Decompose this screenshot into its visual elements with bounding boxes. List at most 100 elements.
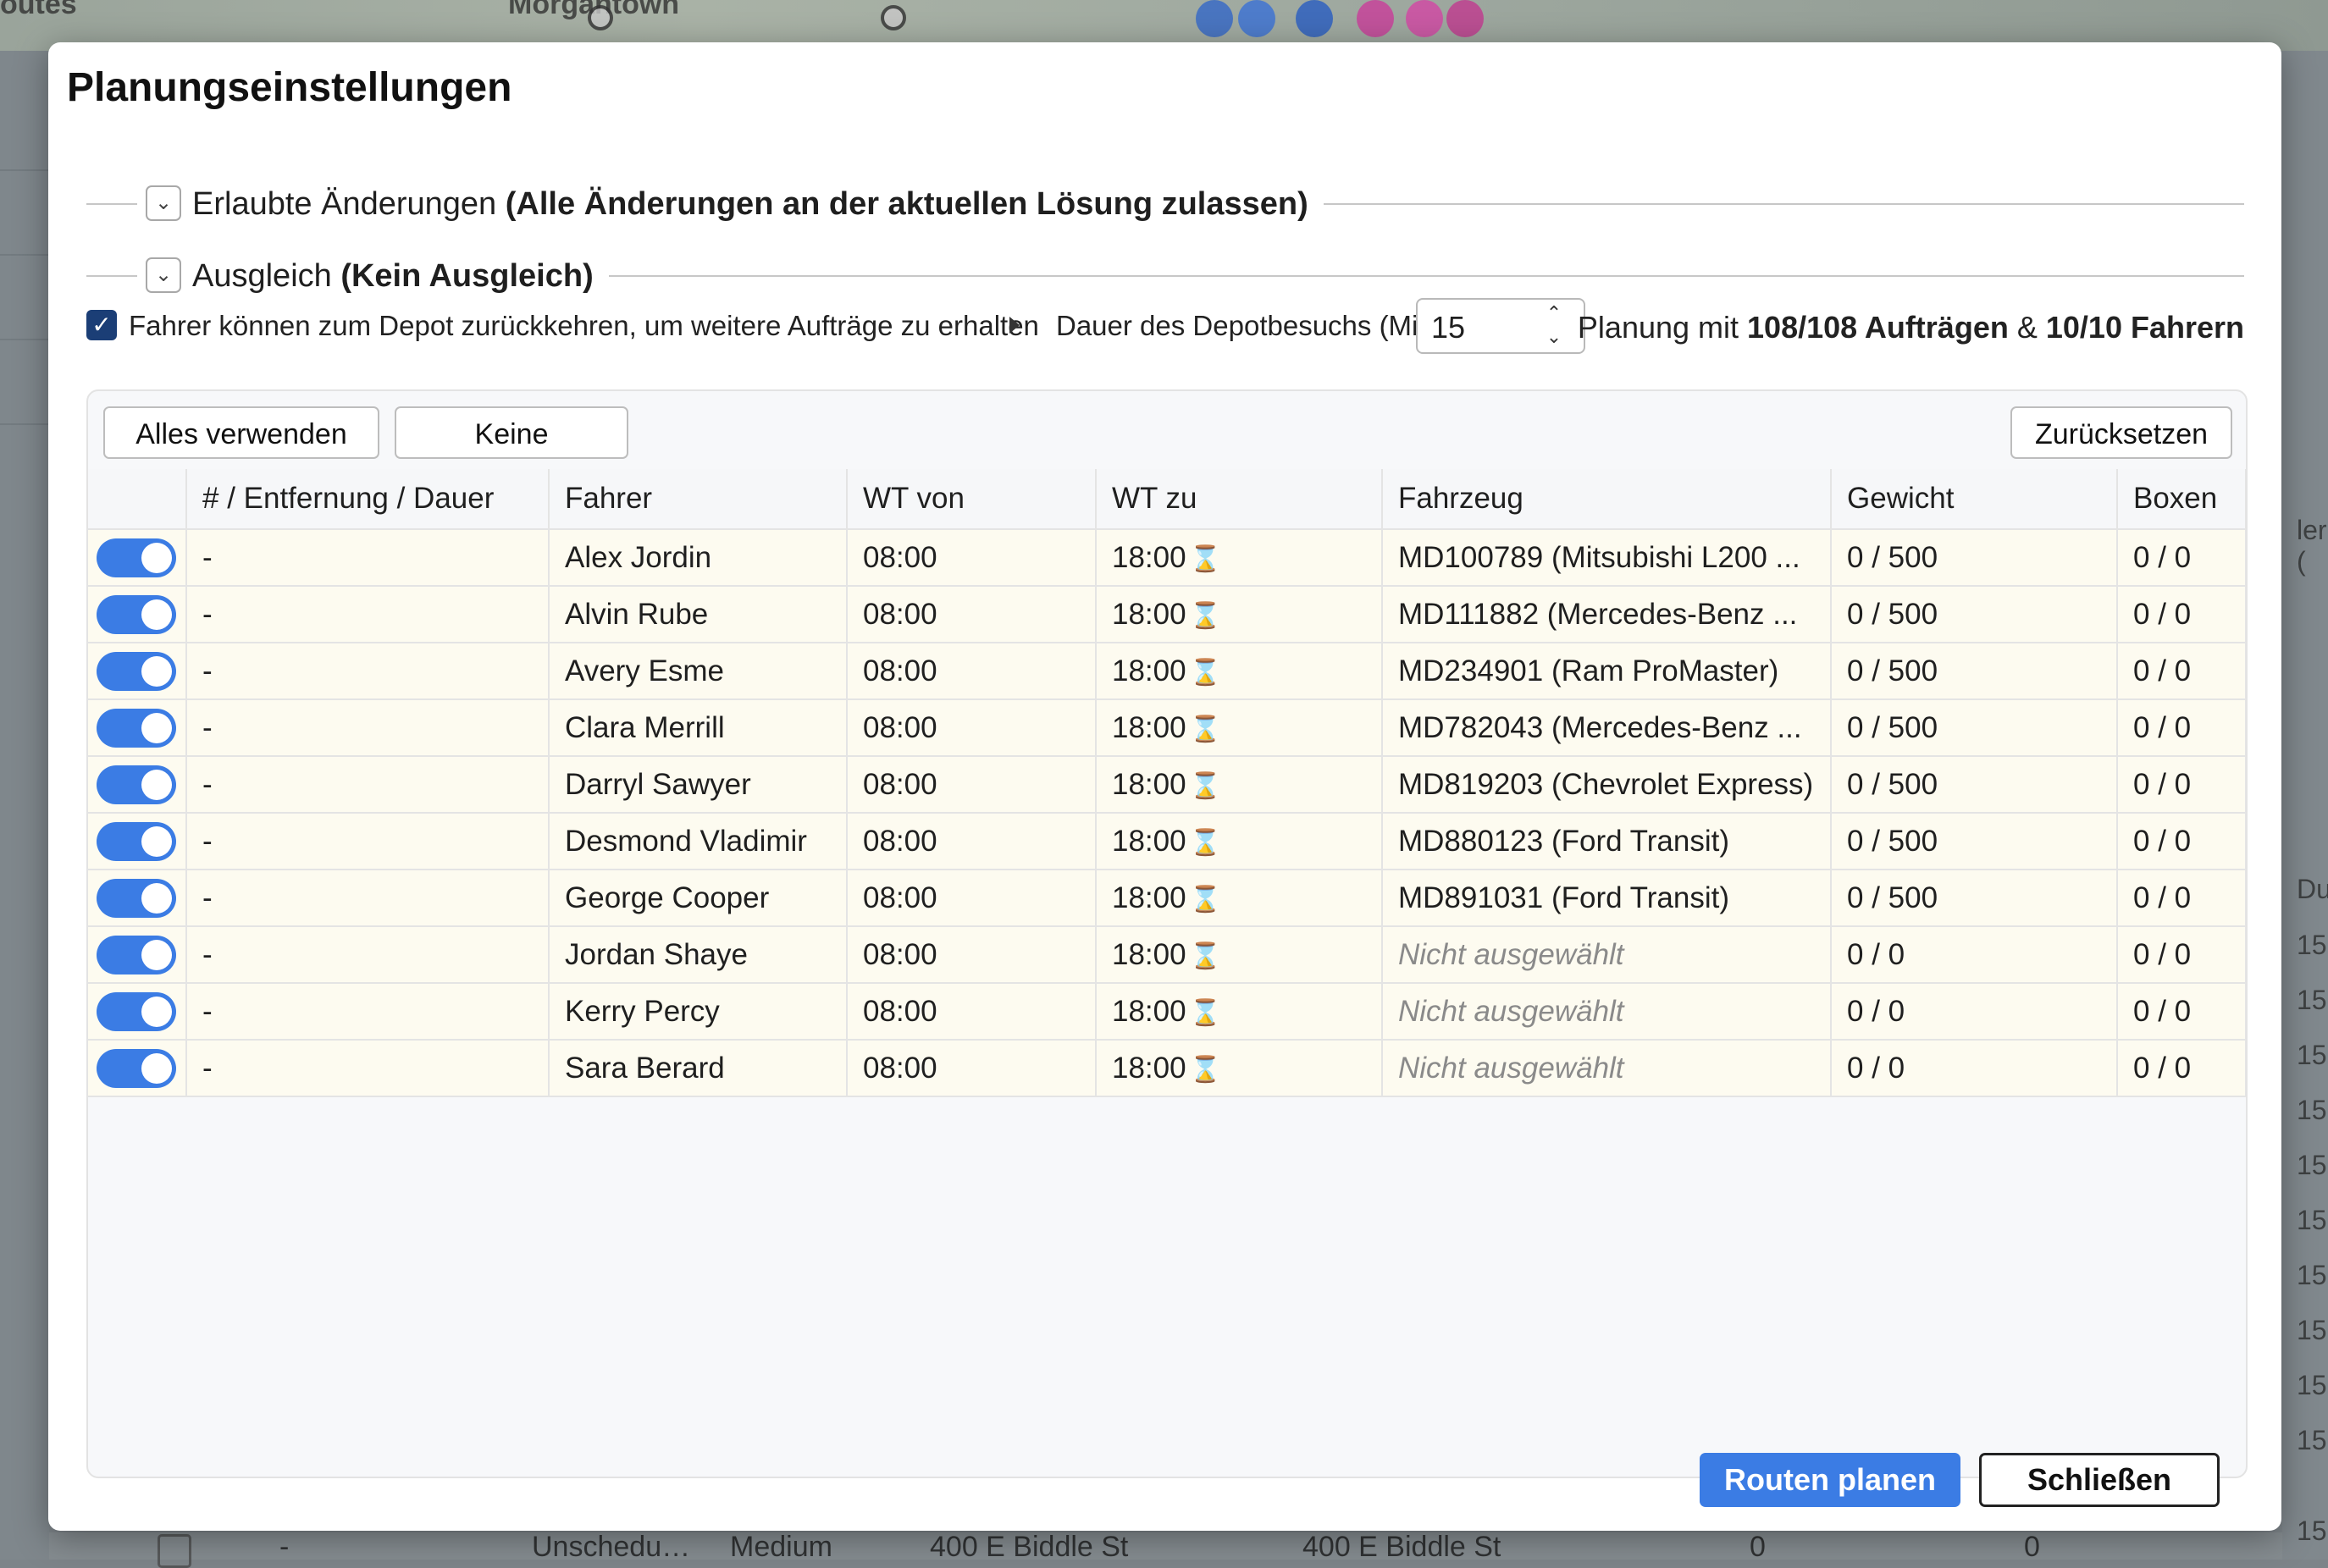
depot-duration-input[interactable]: 15 ⌃ ⌄ bbox=[1416, 298, 1585, 354]
vehicle-value[interactable]: Nicht ausgewählt bbox=[1398, 995, 1624, 1028]
vehicle-value[interactable]: MD782043 (Mercedes-Benz ... bbox=[1398, 711, 1802, 744]
tw-from-cell[interactable]: 08:00 bbox=[847, 813, 1097, 870]
vehicle-cell[interactable]: MD880123 (Ford Transit) bbox=[1382, 813, 1832, 870]
vehicle-cell[interactable]: Nicht ausgewählt bbox=[1382, 926, 1832, 984]
close-button[interactable]: Schließen bbox=[1979, 1453, 2220, 1507]
chevron-down-icon[interactable]: ⌄ bbox=[146, 185, 181, 221]
tw-to-cell[interactable]: 18:00 ⌛ bbox=[1096, 1040, 1383, 1097]
stepper-up-icon[interactable]: ⌃ bbox=[1543, 301, 1565, 325]
driver-enabled-toggle[interactable] bbox=[97, 1048, 176, 1088]
stepper-down-icon[interactable]: ⌄ bbox=[1543, 325, 1565, 349]
tw-to-value[interactable]: 18:00 bbox=[1112, 768, 1186, 801]
driver-enabled-toggle[interactable] bbox=[97, 594, 176, 634]
column-header-tw-from[interactable]: WT von bbox=[847, 469, 1097, 530]
vehicle-value[interactable]: MD880123 (Ford Transit) bbox=[1398, 825, 1729, 858]
tw-to-value[interactable]: 18:00 bbox=[1112, 881, 1186, 914]
driver-toggle-cell bbox=[88, 529, 187, 587]
tw-to-cell[interactable]: 18:00 ⌛ bbox=[1096, 983, 1383, 1041]
driver-cell: Jordan Shaye bbox=[549, 926, 848, 984]
map-pin-icon bbox=[1406, 0, 1443, 37]
tw-from-cell[interactable]: 08:00 bbox=[847, 643, 1097, 700]
depot-duration-stepper[interactable]: ⌃ ⌄ bbox=[1524, 300, 1584, 352]
vehicle-value[interactable]: Nicht ausgewählt bbox=[1398, 1052, 1624, 1085]
tw-from-cell[interactable]: 08:00 bbox=[847, 926, 1097, 984]
vehicle-value[interactable]: MD234901 (Ram ProMaster) bbox=[1398, 654, 1778, 687]
tw-to-cell[interactable]: 18:00 ⌛ bbox=[1096, 643, 1383, 700]
tw-to-value[interactable]: 18:00 bbox=[1112, 995, 1186, 1028]
driver-enabled-toggle[interactable] bbox=[97, 991, 176, 1031]
background-right-value: 15 bbox=[2297, 1425, 2327, 1455]
tw-to-value[interactable]: 18:00 bbox=[1112, 1052, 1186, 1085]
map-marker-icon bbox=[588, 5, 613, 30]
table-row: - Alex Jordin 08:00 18:00 ⌛ MD100789 (Mitsubi… bbox=[88, 529, 2246, 587]
vehicle-cell[interactable]: MD819203 (Chevrolet Express) bbox=[1382, 756, 1832, 814]
vehicle-cell[interactable]: Nicht ausgewählt bbox=[1382, 983, 1832, 1041]
tw-to-cell[interactable]: 18:00 ⌛ bbox=[1096, 699, 1383, 757]
tw-to-value[interactable]: 18:00 bbox=[1112, 598, 1186, 631]
tw-to-cell[interactable]: 18:00 ⌛ bbox=[1096, 529, 1383, 587]
driver-enabled-toggle[interactable] bbox=[97, 708, 176, 748]
section-header-text[interactable]: Ausgleich (Kein Ausgleich) bbox=[192, 253, 609, 299]
none-button[interactable]: Keine bbox=[395, 406, 628, 459]
section-allowed-changes[interactable]: ⌄ Erlaubte Änderungen (Alle Änderungen a… bbox=[86, 181, 2244, 227]
drivers-panel: Alles verwenden Keine Zurücksetzen # / E… bbox=[86, 389, 2248, 1478]
column-header-tw-to[interactable]: WT zu bbox=[1096, 469, 1383, 530]
column-header-weight[interactable]: Gewicht bbox=[1831, 469, 2118, 530]
vehicle-cell[interactable]: MD111882 (Mercedes-Benz ... bbox=[1382, 586, 1832, 643]
vehicle-cell[interactable]: Nicht ausgewählt bbox=[1382, 1040, 1832, 1097]
tw-to-value[interactable]: 18:00 bbox=[1112, 938, 1186, 971]
vehicle-cell[interactable]: MD234901 (Ram ProMaster) bbox=[1382, 643, 1832, 700]
tw-to-cell[interactable]: 18:00 ⌛ bbox=[1096, 586, 1383, 643]
distance-cell: - bbox=[186, 870, 550, 927]
column-header-vehicle[interactable]: Fahrzeug bbox=[1382, 469, 1832, 530]
section-balancing[interactable]: ⌄ Ausgleich (Kein Ausgleich) bbox=[86, 253, 2244, 299]
background-row-checkbox bbox=[158, 1534, 191, 1568]
vehicle-cell[interactable]: MD100789 (Mitsubishi L200 ... bbox=[1382, 529, 1832, 587]
tw-from-cell[interactable]: 08:00 bbox=[847, 756, 1097, 814]
tw-to-value[interactable]: 18:00 bbox=[1112, 654, 1186, 687]
vehicle-value[interactable]: MD891031 (Ford Transit) bbox=[1398, 881, 1729, 914]
vehicle-value[interactable]: MD111882 (Mercedes-Benz ... bbox=[1398, 598, 1797, 631]
tw-from-cell[interactable]: 08:00 bbox=[847, 1040, 1097, 1097]
distance-cell: - bbox=[186, 586, 550, 643]
driver-enabled-toggle[interactable] bbox=[97, 821, 176, 861]
tw-to-value[interactable]: 18:00 bbox=[1112, 711, 1186, 744]
boxes-cell: 0 / 0 bbox=[2117, 643, 2246, 700]
tw-to-cell[interactable]: 18:00 ⌛ bbox=[1096, 813, 1383, 870]
driver-enabled-toggle[interactable] bbox=[97, 878, 176, 918]
tw-from-cell[interactable]: 08:00 bbox=[847, 699, 1097, 757]
map-marker-icon bbox=[881, 5, 906, 30]
options-row: ✓ Fahrer können zum Depot zurückkehren, … bbox=[86, 298, 2244, 357]
use-all-button[interactable]: Alles verwenden bbox=[103, 406, 379, 459]
section-header-text[interactable]: Erlaubte Änderungen (Alle Änderungen an … bbox=[192, 181, 1324, 227]
column-header-distance[interactable]: # / Entfernung / Dauer bbox=[186, 469, 550, 530]
reset-button[interactable]: Zurücksetzen bbox=[2010, 406, 2232, 459]
driver-enabled-toggle[interactable] bbox=[97, 538, 176, 577]
column-header-boxes[interactable]: Boxen bbox=[2117, 469, 2246, 530]
tw-from-cell[interactable]: 08:00 bbox=[847, 983, 1097, 1041]
vehicle-value[interactable]: MD819203 (Chevrolet Express) bbox=[1398, 768, 1813, 801]
column-header-driver[interactable]: Fahrer bbox=[549, 469, 848, 530]
driver-enabled-toggle[interactable] bbox=[97, 935, 176, 974]
driver-enabled-toggle[interactable] bbox=[97, 651, 176, 691]
return-to-depot-checkbox[interactable]: ✓ bbox=[86, 310, 117, 340]
vehicle-value[interactable]: Nicht ausgewählt bbox=[1398, 938, 1624, 971]
vehicle-cell[interactable]: MD782043 (Mercedes-Benz ... bbox=[1382, 699, 1832, 757]
tw-to-value[interactable]: 18:00 bbox=[1112, 541, 1186, 574]
tw-to-cell[interactable]: 18:00 ⌛ bbox=[1096, 756, 1383, 814]
chevron-down-icon[interactable]: ⌄ bbox=[146, 257, 181, 293]
tw-from-cell[interactable]: 08:00 bbox=[847, 870, 1097, 927]
driver-enabled-toggle[interactable] bbox=[97, 765, 176, 804]
vehicle-value[interactable]: MD100789 (Mitsubishi L200 ... bbox=[1398, 541, 1800, 574]
depot-duration-value[interactable]: 15 bbox=[1431, 310, 1465, 345]
distance-cell: - bbox=[186, 699, 550, 757]
tw-to-cell[interactable]: 18:00 ⌛ bbox=[1096, 926, 1383, 984]
background-right-value: 15 bbox=[2297, 930, 2327, 960]
tw-from-cell[interactable]: 08:00 bbox=[847, 529, 1097, 587]
tw-to-value[interactable]: 18:00 bbox=[1112, 825, 1186, 858]
tw-from-cell[interactable]: 08:00 bbox=[847, 586, 1097, 643]
plan-routes-button[interactable]: Routen planen bbox=[1700, 1453, 1960, 1507]
return-to-depot-label[interactable]: Fahrer können zum Depot zurückkehren, um… bbox=[129, 310, 1039, 342]
vehicle-cell[interactable]: MD891031 (Ford Transit) bbox=[1382, 870, 1832, 927]
tw-to-cell[interactable]: 18:00 ⌛ bbox=[1096, 870, 1383, 927]
